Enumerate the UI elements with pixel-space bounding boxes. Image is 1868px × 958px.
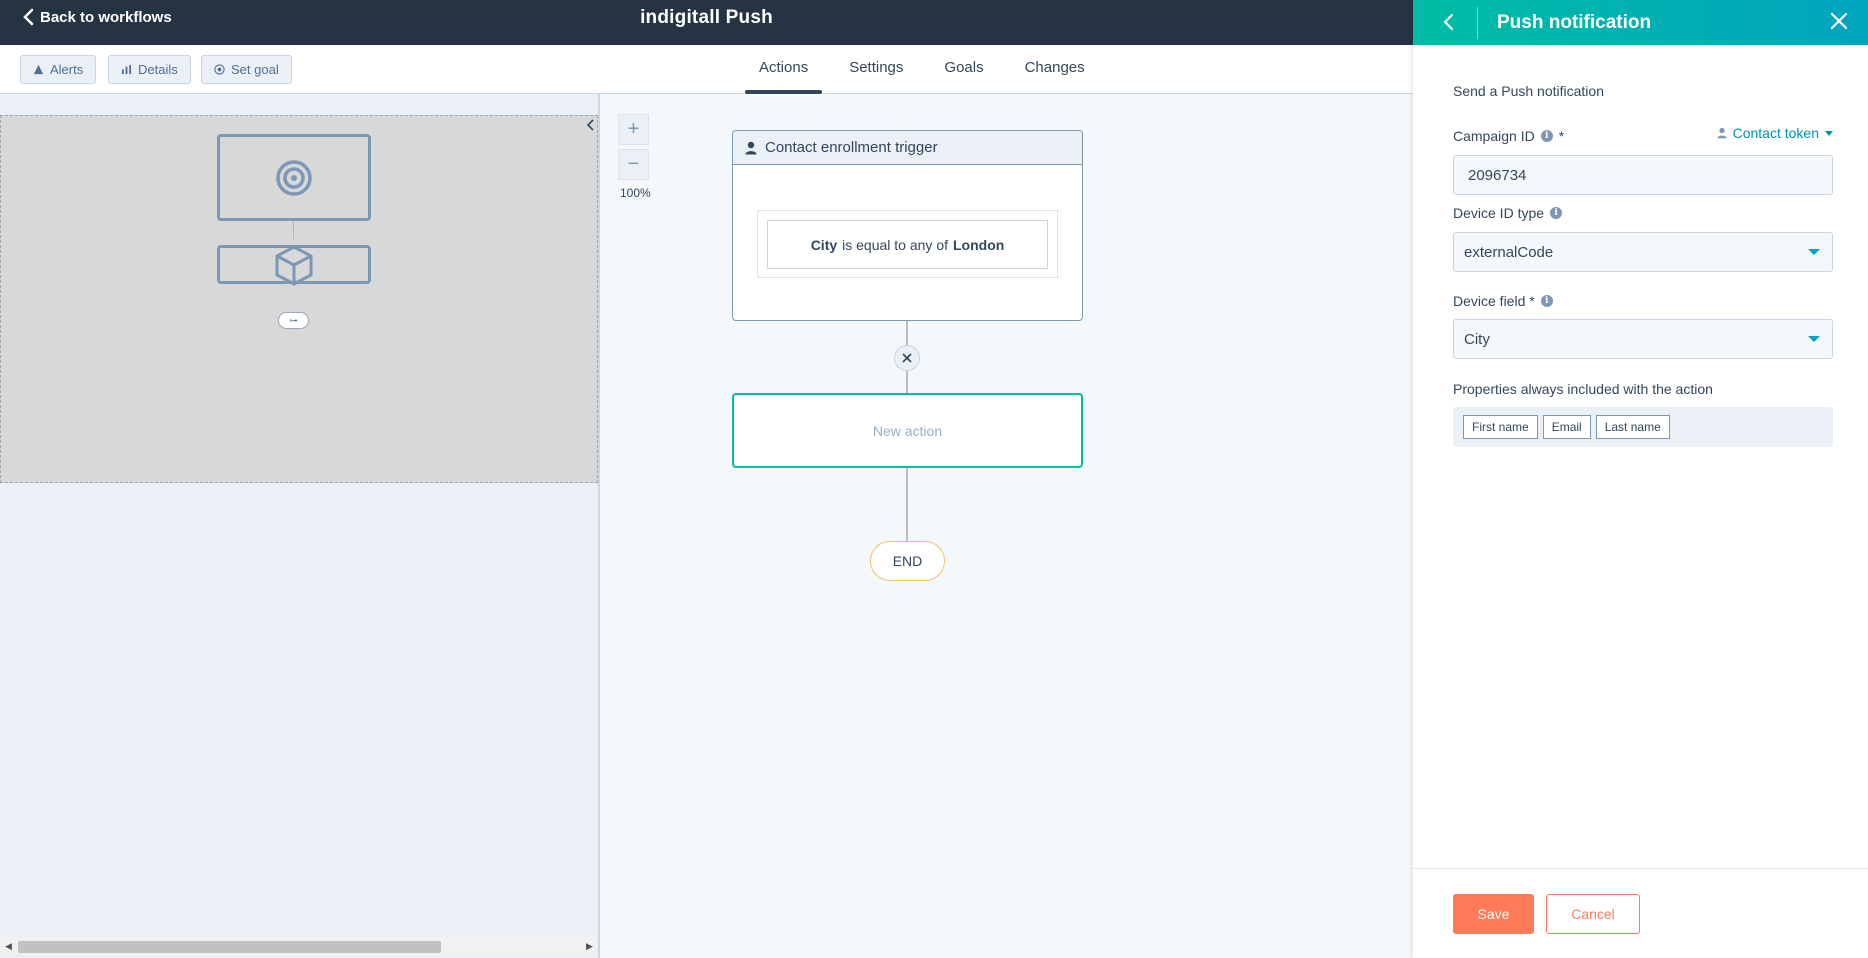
zoom-level: 100% bbox=[620, 186, 651, 200]
collapse-minimap-icon[interactable] bbox=[585, 118, 595, 132]
details-button[interactable]: Details bbox=[108, 55, 191, 84]
set-goal-label: Set goal bbox=[231, 62, 279, 77]
close-icon bbox=[902, 353, 912, 363]
device-field-label: Device field * i bbox=[1453, 293, 1553, 309]
zoom-out-button[interactable]: − bbox=[618, 149, 649, 180]
sub-toolbar: Alerts Details Set goal Actions Settings… bbox=[0, 45, 1413, 94]
target-icon bbox=[276, 159, 312, 196]
trigger-title: Contact enrollment trigger bbox=[765, 139, 938, 156]
minimap-horizontal-scrollbar[interactable]: ◀ ▶ bbox=[0, 937, 598, 955]
action-panel: Push notification Send a Push notificati… bbox=[1413, 0, 1868, 958]
device-field-select[interactable]: City bbox=[1453, 319, 1833, 359]
caret-down-icon bbox=[1825, 130, 1833, 136]
property-chip: First name bbox=[1463, 415, 1538, 439]
panel-header: Push notification bbox=[1413, 0, 1868, 45]
workflow-tabs: Actions Settings Goals Changes bbox=[745, 45, 1112, 94]
criteria-value: London bbox=[953, 236, 1005, 253]
warning-icon bbox=[33, 64, 44, 75]
device-id-type-select[interactable]: externalCode bbox=[1453, 232, 1833, 272]
remove-action-button[interactable] bbox=[894, 345, 920, 371]
contact-icon bbox=[745, 141, 757, 154]
scroll-right-arrow-icon[interactable]: ▶ bbox=[586, 941, 596, 951]
set-goal-button[interactable]: Set goal bbox=[201, 55, 292, 84]
property-chip: Email bbox=[1542, 415, 1591, 439]
enrollment-trigger-card[interactable]: Contact enrollment trigger City is equal… bbox=[732, 130, 1083, 321]
contact-icon bbox=[1717, 127, 1727, 139]
campaign-id-label-text: Campaign ID bbox=[1453, 128, 1535, 144]
connector-line bbox=[906, 468, 908, 541]
target-icon bbox=[214, 64, 225, 75]
tab-actions[interactable]: Actions bbox=[745, 45, 823, 94]
details-label: Details bbox=[138, 62, 178, 77]
property-chip: Last name bbox=[1595, 415, 1670, 439]
criteria-operator: is equal to any of bbox=[842, 236, 948, 253]
campaign-id-label: Campaign ID i * bbox=[1453, 128, 1564, 144]
caret-down-icon bbox=[1808, 336, 1820, 342]
cancel-button[interactable]: Cancel bbox=[1546, 894, 1640, 934]
scroll-left-arrow-icon[interactable]: ◀ bbox=[5, 941, 15, 951]
contact-token-dropdown[interactable]: Contact token bbox=[1717, 125, 1833, 141]
minimap-action-node bbox=[217, 244, 371, 286]
device-id-type-value: externalCode bbox=[1464, 243, 1554, 261]
end-node: END bbox=[870, 541, 945, 581]
info-icon[interactable]: i bbox=[1540, 130, 1553, 142]
connector-line bbox=[906, 321, 908, 345]
top-bar: Back to workflows indigitall Push bbox=[0, 0, 1413, 45]
required-marker: * bbox=[1558, 128, 1565, 144]
zoom-in-button[interactable]: + bbox=[618, 114, 649, 145]
alerts-label: Alerts bbox=[50, 62, 84, 77]
tab-changes[interactable]: Changes bbox=[1011, 45, 1099, 94]
panel-title: Push notification bbox=[1497, 12, 1652, 33]
header-divider bbox=[1477, 7, 1478, 39]
criteria-filter[interactable]: City is equal to any of London bbox=[767, 220, 1048, 269]
minimap-end-node: ⊶ bbox=[278, 312, 309, 329]
panel-footer: Save Cancel bbox=[1413, 868, 1868, 958]
device-field-value: City bbox=[1464, 330, 1490, 348]
tab-goals[interactable]: Goals bbox=[930, 45, 997, 94]
minimap-trigger-node bbox=[217, 134, 371, 221]
new-action-card[interactable]: New action bbox=[732, 393, 1083, 468]
scrollbar-thumb[interactable] bbox=[18, 941, 441, 953]
device-id-type-label: Device ID type i bbox=[1453, 205, 1563, 221]
device-id-type-label-text: Device ID type bbox=[1453, 205, 1545, 221]
trigger-header: Contact enrollment trigger bbox=[733, 131, 1082, 165]
criteria-group: City is equal to any of London bbox=[757, 210, 1058, 278]
properties-list: First name Email Last name bbox=[1453, 407, 1833, 447]
workflow-title: indigitall Push bbox=[640, 7, 773, 28]
save-button[interactable]: Save bbox=[1453, 894, 1534, 934]
cube-icon bbox=[275, 244, 313, 286]
info-icon[interactable]: i bbox=[1550, 207, 1563, 219]
info-icon[interactable]: i bbox=[1540, 295, 1553, 307]
minimap-panel: ⊶ ◀ ▶ bbox=[0, 94, 600, 958]
bar-chart-icon bbox=[121, 64, 132, 75]
minimap-viewport[interactable]: ⊶ bbox=[0, 115, 598, 483]
device-field-label-text: Device field * bbox=[1453, 293, 1535, 309]
minimap-connector bbox=[293, 221, 294, 239]
close-icon[interactable] bbox=[1830, 12, 1848, 30]
action-description: Send a Push notification bbox=[1453, 83, 1604, 99]
alerts-button[interactable]: Alerts bbox=[20, 55, 97, 84]
caret-down-icon bbox=[1808, 249, 1820, 255]
workflow-canvas: + − 100% Contact enrollment trigger City… bbox=[602, 94, 1413, 958]
tab-settings[interactable]: Settings bbox=[835, 45, 917, 94]
chevron-left-icon[interactable] bbox=[1441, 13, 1455, 31]
properties-label: Properties always included with the acti… bbox=[1453, 381, 1713, 397]
connector-line bbox=[906, 371, 908, 393]
contact-token-label: Contact token bbox=[1732, 125, 1819, 141]
campaign-id-input[interactable]: 2096734 bbox=[1453, 155, 1833, 195]
criteria-property: City bbox=[810, 236, 838, 253]
